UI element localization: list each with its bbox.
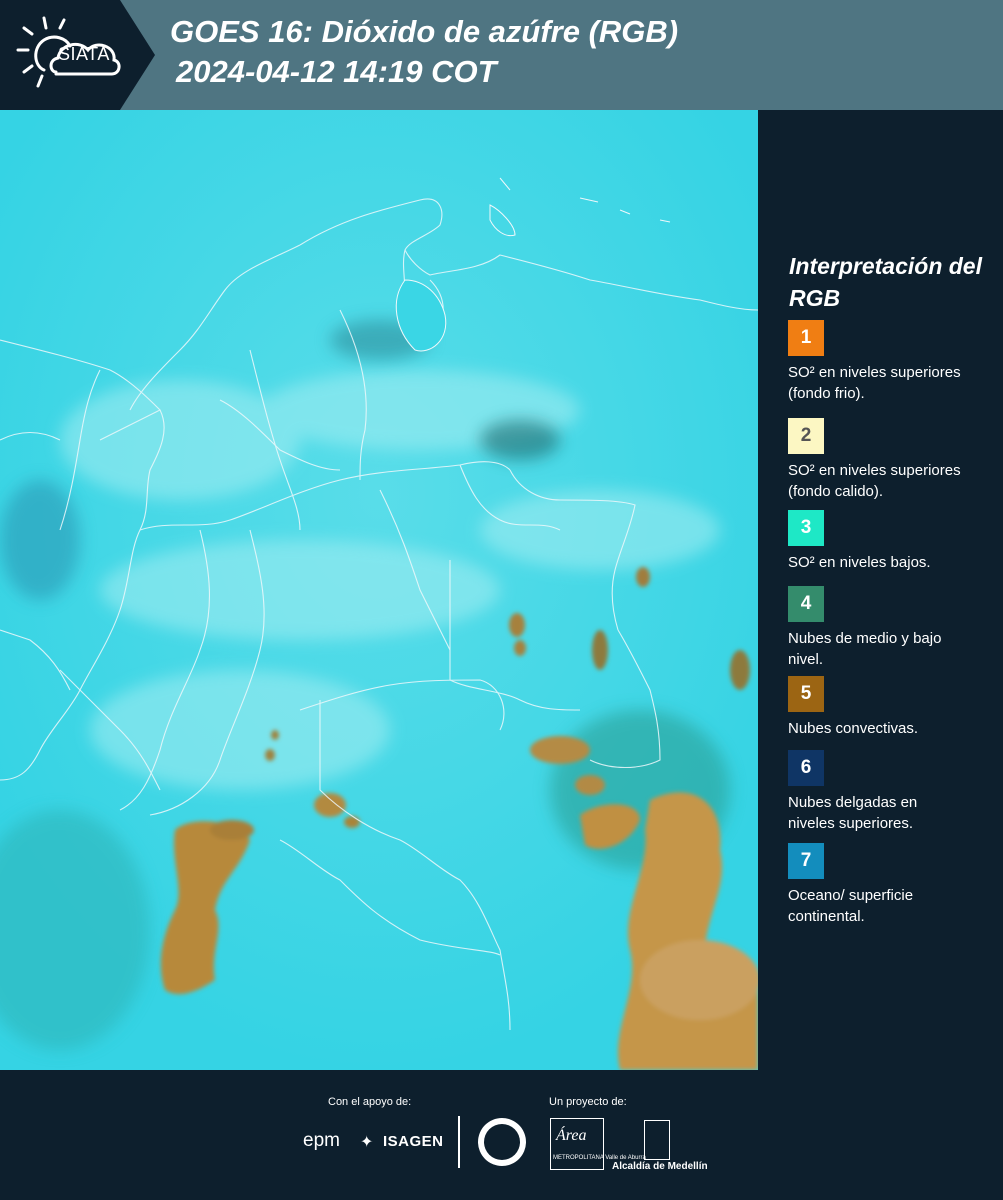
legend-label-6: Nubes delgadas en niveles superiores. — [788, 794, 918, 832]
alcaldia-shield-icon — [644, 1120, 670, 1160]
legend-label-4: Nubes de medio y bajo nivel. — [788, 630, 942, 668]
epm-logo: epm — [303, 1130, 340, 1151]
legend-swatch-1: 1 — [788, 320, 824, 356]
isagen-icon: ✦ — [360, 1134, 374, 1151]
legend-swatch-7: 7 — [788, 843, 824, 879]
medellin-seal-icon — [478, 1118, 526, 1166]
legend-item-2: 2 SO² en niveles superiores (fondo calid… — [788, 418, 988, 502]
legend-item-4: 4 Nubes de medio y bajo nivel. — [788, 586, 988, 670]
legend-panel: Interpretación del RGB 1 SO² en niveles … — [760, 110, 1003, 1070]
legend-swatch-3: 3 — [788, 510, 824, 546]
area-logo-text: Área — [556, 1127, 587, 1144]
siata-logo: SIATA — [0, 0, 155, 110]
alcaldia-logo-text: Alcaldía de Medellín — [612, 1161, 708, 1172]
satellite-map — [0, 110, 758, 1070]
legend-item-7: 7 Oceano/ superficie continental. — [788, 843, 988, 927]
title-datetime: 2024-04-12 14:19 COT — [176, 54, 497, 89]
footer: Con el apoyo de: Un proyecto de: epm ✦ I… — [0, 1070, 1003, 1200]
legend-label-7: Oceano/ superficie continental. — [788, 887, 914, 925]
legend-item-6: 6 Nubes delgadas en niveles superiores. — [788, 750, 988, 834]
isagen-logo: ISAGEN — [383, 1133, 444, 1150]
legend-label-1: SO² en niveles superiores (fondo frio). — [788, 364, 961, 402]
project-label: Un proyecto de: — [549, 1096, 627, 1108]
satellite-image — [0, 110, 758, 1070]
legend-label-2: SO² en niveles superiores (fondo calido)… — [788, 462, 961, 500]
legend-label-3: SO² en niveles bajos. — [788, 554, 931, 571]
logo-text: SIATA — [58, 44, 110, 64]
header-bar: SIATA GOES 16: Dióxido de azúfre (RGB) 2… — [0, 0, 1003, 110]
title-product: GOES 16: Dióxido de azúfre (RGB) — [170, 14, 679, 49]
support-label: Con el apoyo de: — [328, 1096, 412, 1108]
legend-swatch-2: 2 — [788, 418, 824, 454]
area-metropolitana-logo: Área METROPOLITANA Valle de Aburrá — [550, 1118, 646, 1170]
legend-item-5: 5 Nubes convectivas. — [788, 676, 988, 739]
legend-swatch-5: 5 — [788, 676, 824, 712]
footer-divider — [458, 1116, 460, 1168]
legend-item-1: 1 SO² en niveles superiores (fondo frio)… — [788, 320, 988, 404]
legend-item-3: 3 SO² en niveles bajos. — [788, 510, 988, 573]
legend-swatch-6: 6 — [788, 750, 824, 786]
legend-swatch-4: 4 — [788, 586, 824, 622]
legend-label-5: Nubes convectivas. — [788, 720, 919, 737]
legend-title: Interpretación del RGB — [789, 253, 982, 311]
